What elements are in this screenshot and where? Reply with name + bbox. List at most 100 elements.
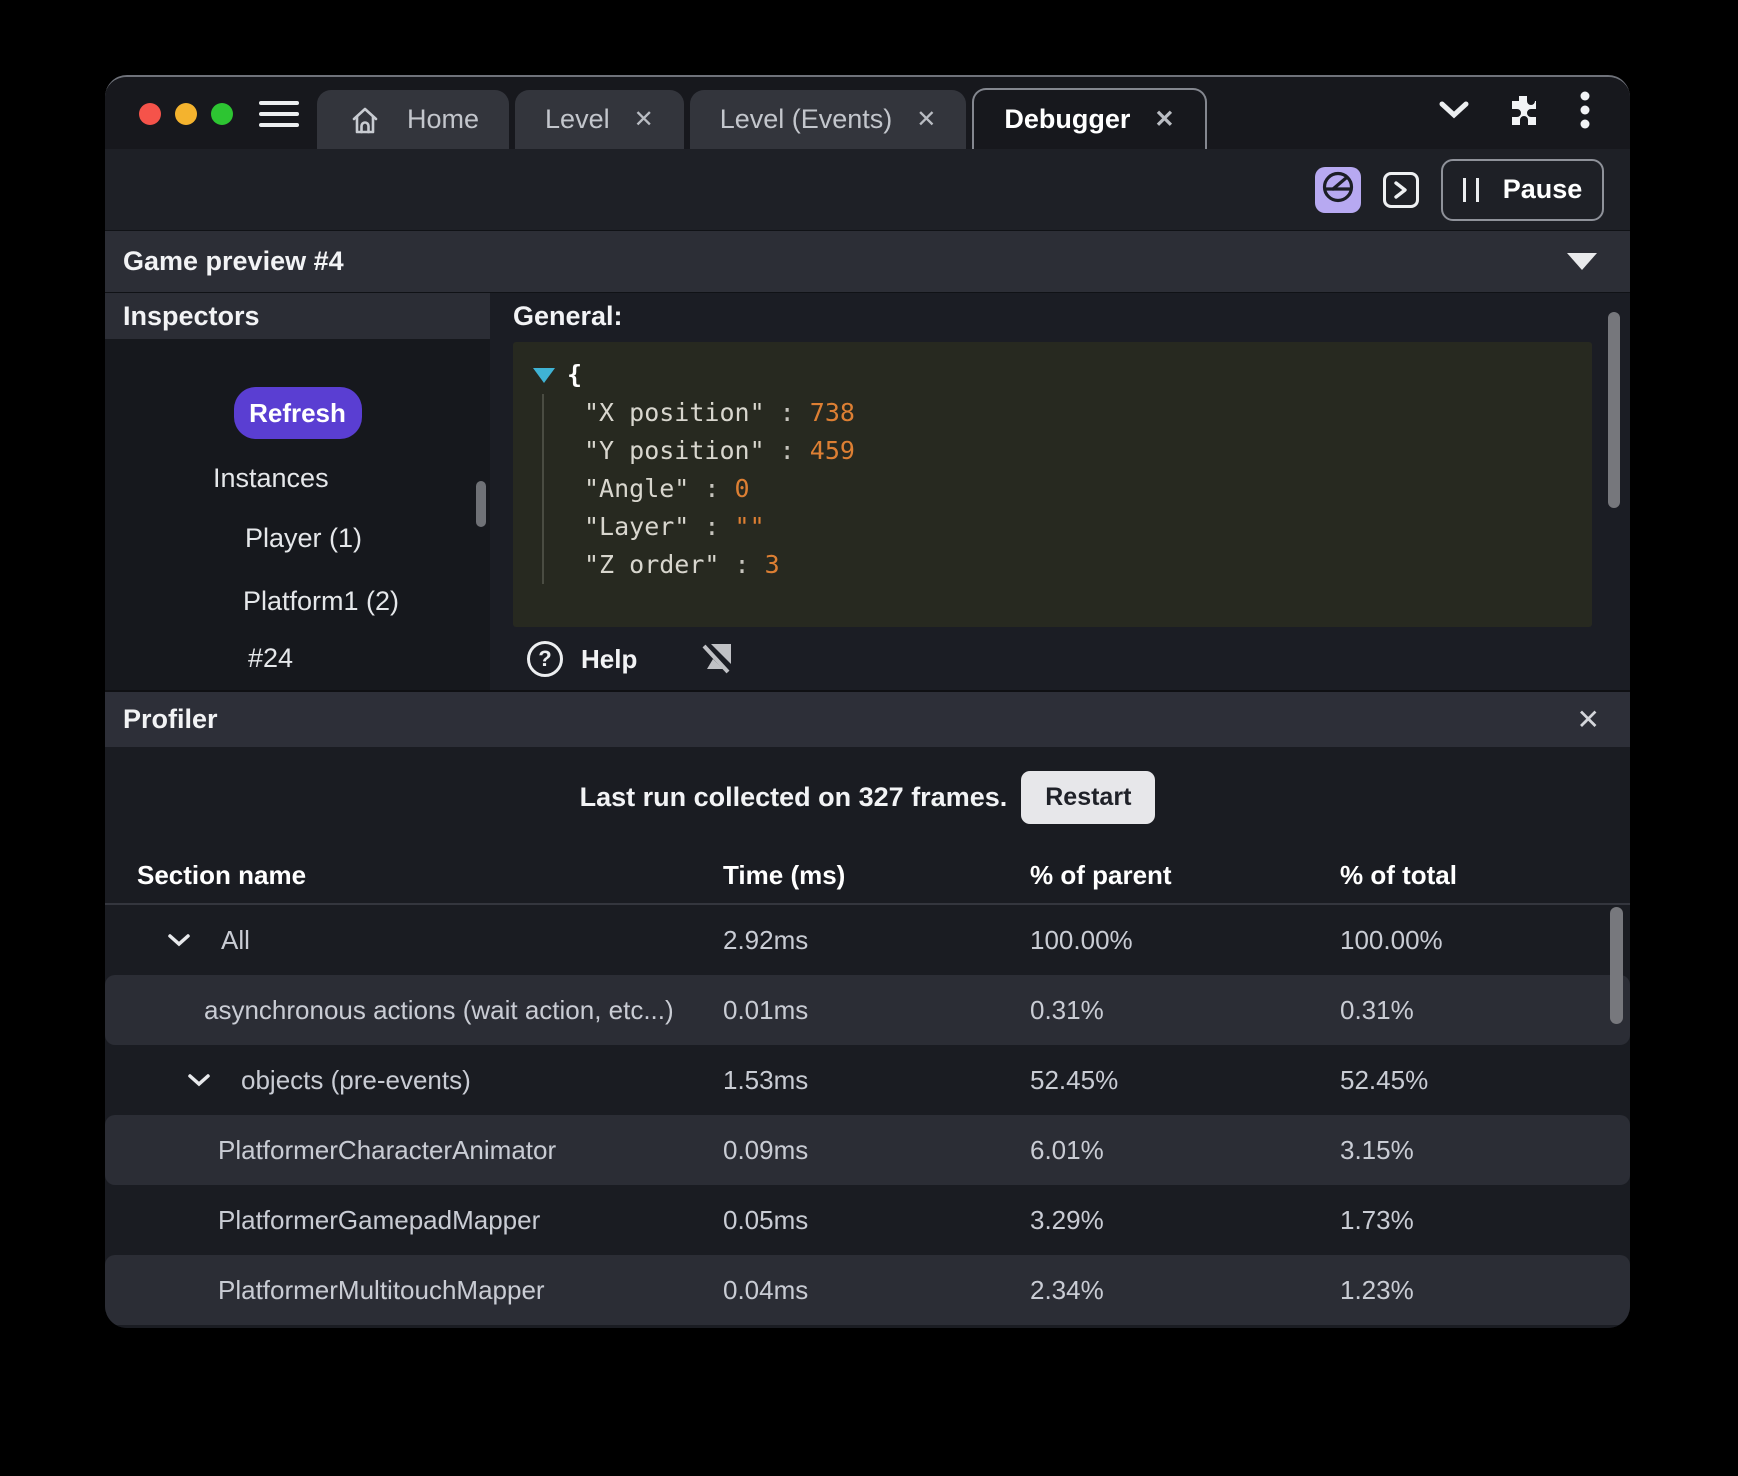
json-open-brace: { (567, 356, 582, 394)
help-label[interactable]: Help (581, 644, 637, 675)
profiler-body: Last run collected on 327 frames. Restar… (105, 747, 1630, 1328)
inspectors-header: Inspectors (105, 293, 490, 339)
extensions-puzzle-icon[interactable] (1508, 93, 1542, 127)
parent-cell: 2.34% (1030, 1275, 1340, 1306)
close-icon[interactable]: ✕ (1577, 706, 1600, 734)
dropdown-triangle-icon[interactable] (1567, 253, 1597, 270)
json-line: "Y position" : 459 (584, 432, 1572, 470)
table-header-row: Section name Time (ms) % of parent % of … (105, 847, 1630, 905)
title-bar: Home Level ✕ Level (Events) ✕ Debugger ✕ (105, 77, 1630, 149)
column-header-parent: % of parent (1030, 860, 1340, 891)
section-name: PlatformerGamepadMapper (218, 1205, 540, 1236)
time-cell: 2.92ms (723, 925, 1030, 956)
chevron-down-icon[interactable] (187, 1073, 211, 1087)
section-name: All (221, 925, 250, 956)
collect-status-text: Last run collected on 327 frames. (580, 782, 1008, 813)
table-row[interactable]: All 2.92ms 100.00% 100.00% (105, 905, 1630, 975)
menu-icon[interactable] (259, 101, 299, 127)
table-row[interactable]: PlatformerMultitouchMapper 0.04ms 2.34% … (105, 1255, 1630, 1325)
tree-item-platform1[interactable]: Platform1 (2) (243, 586, 399, 617)
restart-button[interactable]: Restart (1021, 771, 1155, 824)
profiler-gauge-button[interactable] (1315, 167, 1361, 213)
inspectors-panel: Inspectors Refresh Instances Player (1) … (105, 293, 490, 690)
pause-button[interactable]: Pause (1441, 159, 1604, 221)
time-cell: 0.01ms (723, 995, 1030, 1026)
general-scrollbar[interactable] (1608, 312, 1620, 508)
time-cell: 0.09ms (723, 1135, 1030, 1166)
table-row[interactable]: PlatformerGamepadMapper 0.05ms 3.29% 1.7… (105, 1185, 1630, 1255)
titlebar-actions (1438, 91, 1630, 149)
table-row[interactable]: objects (pre-events) 1.53ms 52.45% 52.45… (105, 1045, 1630, 1115)
minimize-window-button[interactable] (175, 103, 197, 125)
total-cell: 0.31% (1340, 995, 1630, 1026)
chevron-right-icon (1391, 180, 1411, 200)
general-label: General: (513, 301, 1630, 332)
close-icon[interactable]: ✕ (1154, 108, 1174, 132)
json-line: "Z order" : 3 (584, 546, 1572, 584)
parent-cell: 100.00% (1030, 925, 1340, 956)
maximize-window-button[interactable] (211, 103, 233, 125)
parent-cell: 52.45% (1030, 1065, 1340, 1096)
close-icon[interactable]: ✕ (916, 108, 936, 132)
chevron-down-icon[interactable] (1438, 100, 1470, 120)
column-header-section: Section name (137, 860, 723, 891)
tab-strip: Home Level ✕ Level (Events) ✕ Debugger ✕ (317, 77, 1207, 149)
inspector-split: Inspectors Refresh Instances Player (1) … (105, 293, 1630, 690)
inspectors-tree: Refresh Instances Player (1) Platform1 (… (105, 339, 490, 690)
debugger-window: Home Level ✕ Level (Events) ✕ Debugger ✕ (105, 75, 1630, 1328)
close-window-button[interactable] (139, 103, 161, 125)
collect-row: Last run collected on 327 frames. Restar… (105, 747, 1630, 847)
help-row: ? Help (513, 639, 1630, 679)
game-preview-header[interactable]: Game preview #4 (105, 230, 1630, 293)
tab-home[interactable]: Home (317, 90, 509, 149)
inspectors-scrollbar[interactable] (476, 481, 486, 527)
total-cell: 52.45% (1340, 1065, 1630, 1096)
tab-level[interactable]: Level ✕ (515, 90, 684, 149)
column-header-total: % of total (1340, 860, 1630, 891)
time-cell: 1.53ms (723, 1065, 1030, 1096)
inspectors-title: Inspectors (123, 301, 260, 332)
pin-off-icon[interactable] (697, 639, 737, 679)
table-row[interactable]: asynchronous actions (wait action, etc..… (105, 975, 1630, 1045)
parent-cell: 0.31% (1030, 995, 1340, 1026)
profiler-scrollbar[interactable] (1610, 907, 1623, 1024)
refresh-button[interactable]: Refresh (234, 387, 362, 439)
traffic-lights (105, 103, 233, 149)
pause-label: Pause (1503, 174, 1583, 205)
tree-item-24[interactable]: #24 (248, 643, 293, 674)
profiler-header: Profiler ✕ (105, 690, 1630, 747)
help-icon[interactable]: ? (527, 641, 563, 677)
tab-label: Level (Events) (720, 104, 893, 135)
debugger-toolbar: Pause (105, 149, 1630, 230)
tree-item-instances[interactable]: Instances (213, 463, 329, 494)
game-preview-title: Game preview #4 (123, 246, 344, 277)
pause-icon (1463, 178, 1479, 202)
section-name: PlatformerMultitouchMapper (218, 1275, 545, 1306)
collapse-triangle-icon[interactable] (533, 368, 555, 383)
tab-debugger[interactable]: Debugger ✕ (972, 88, 1206, 149)
table-row[interactable]: PlatformerCharacterAnimator 0.09ms 6.01%… (105, 1115, 1630, 1185)
json-viewer: { "X position" : 738 "Y position" : 459 … (513, 342, 1592, 627)
parent-cell: 6.01% (1030, 1135, 1340, 1166)
home-icon (347, 103, 383, 137)
json-line: "X position" : 738 (584, 394, 1572, 432)
profiler-title: Profiler (123, 704, 218, 735)
console-button[interactable] (1383, 172, 1419, 208)
json-line: "Angle" : 0 (584, 470, 1572, 508)
tab-label: Home (407, 104, 479, 135)
time-cell: 0.04ms (723, 1275, 1030, 1306)
section-name: PlatformerCharacterAnimator (218, 1135, 556, 1166)
general-panel: General: { "X position" : 738 "Y positio… (490, 293, 1630, 690)
total-cell: 1.23% (1340, 1275, 1630, 1306)
column-header-time: Time (ms) (723, 860, 1030, 891)
kebab-menu-icon[interactable] (1580, 91, 1590, 129)
close-icon[interactable]: ✕ (634, 108, 654, 132)
parent-cell: 3.29% (1030, 1205, 1340, 1236)
json-body: "X position" : 738 "Y position" : 459 "A… (542, 394, 1572, 584)
tab-level-events[interactable]: Level (Events) ✕ (690, 90, 967, 149)
gauge-icon (1319, 168, 1357, 211)
total-cell: 3.15% (1340, 1135, 1630, 1166)
tree-item-player[interactable]: Player (1) (245, 523, 362, 554)
tab-label: Debugger (1004, 104, 1130, 135)
chevron-down-icon[interactable] (167, 933, 191, 947)
